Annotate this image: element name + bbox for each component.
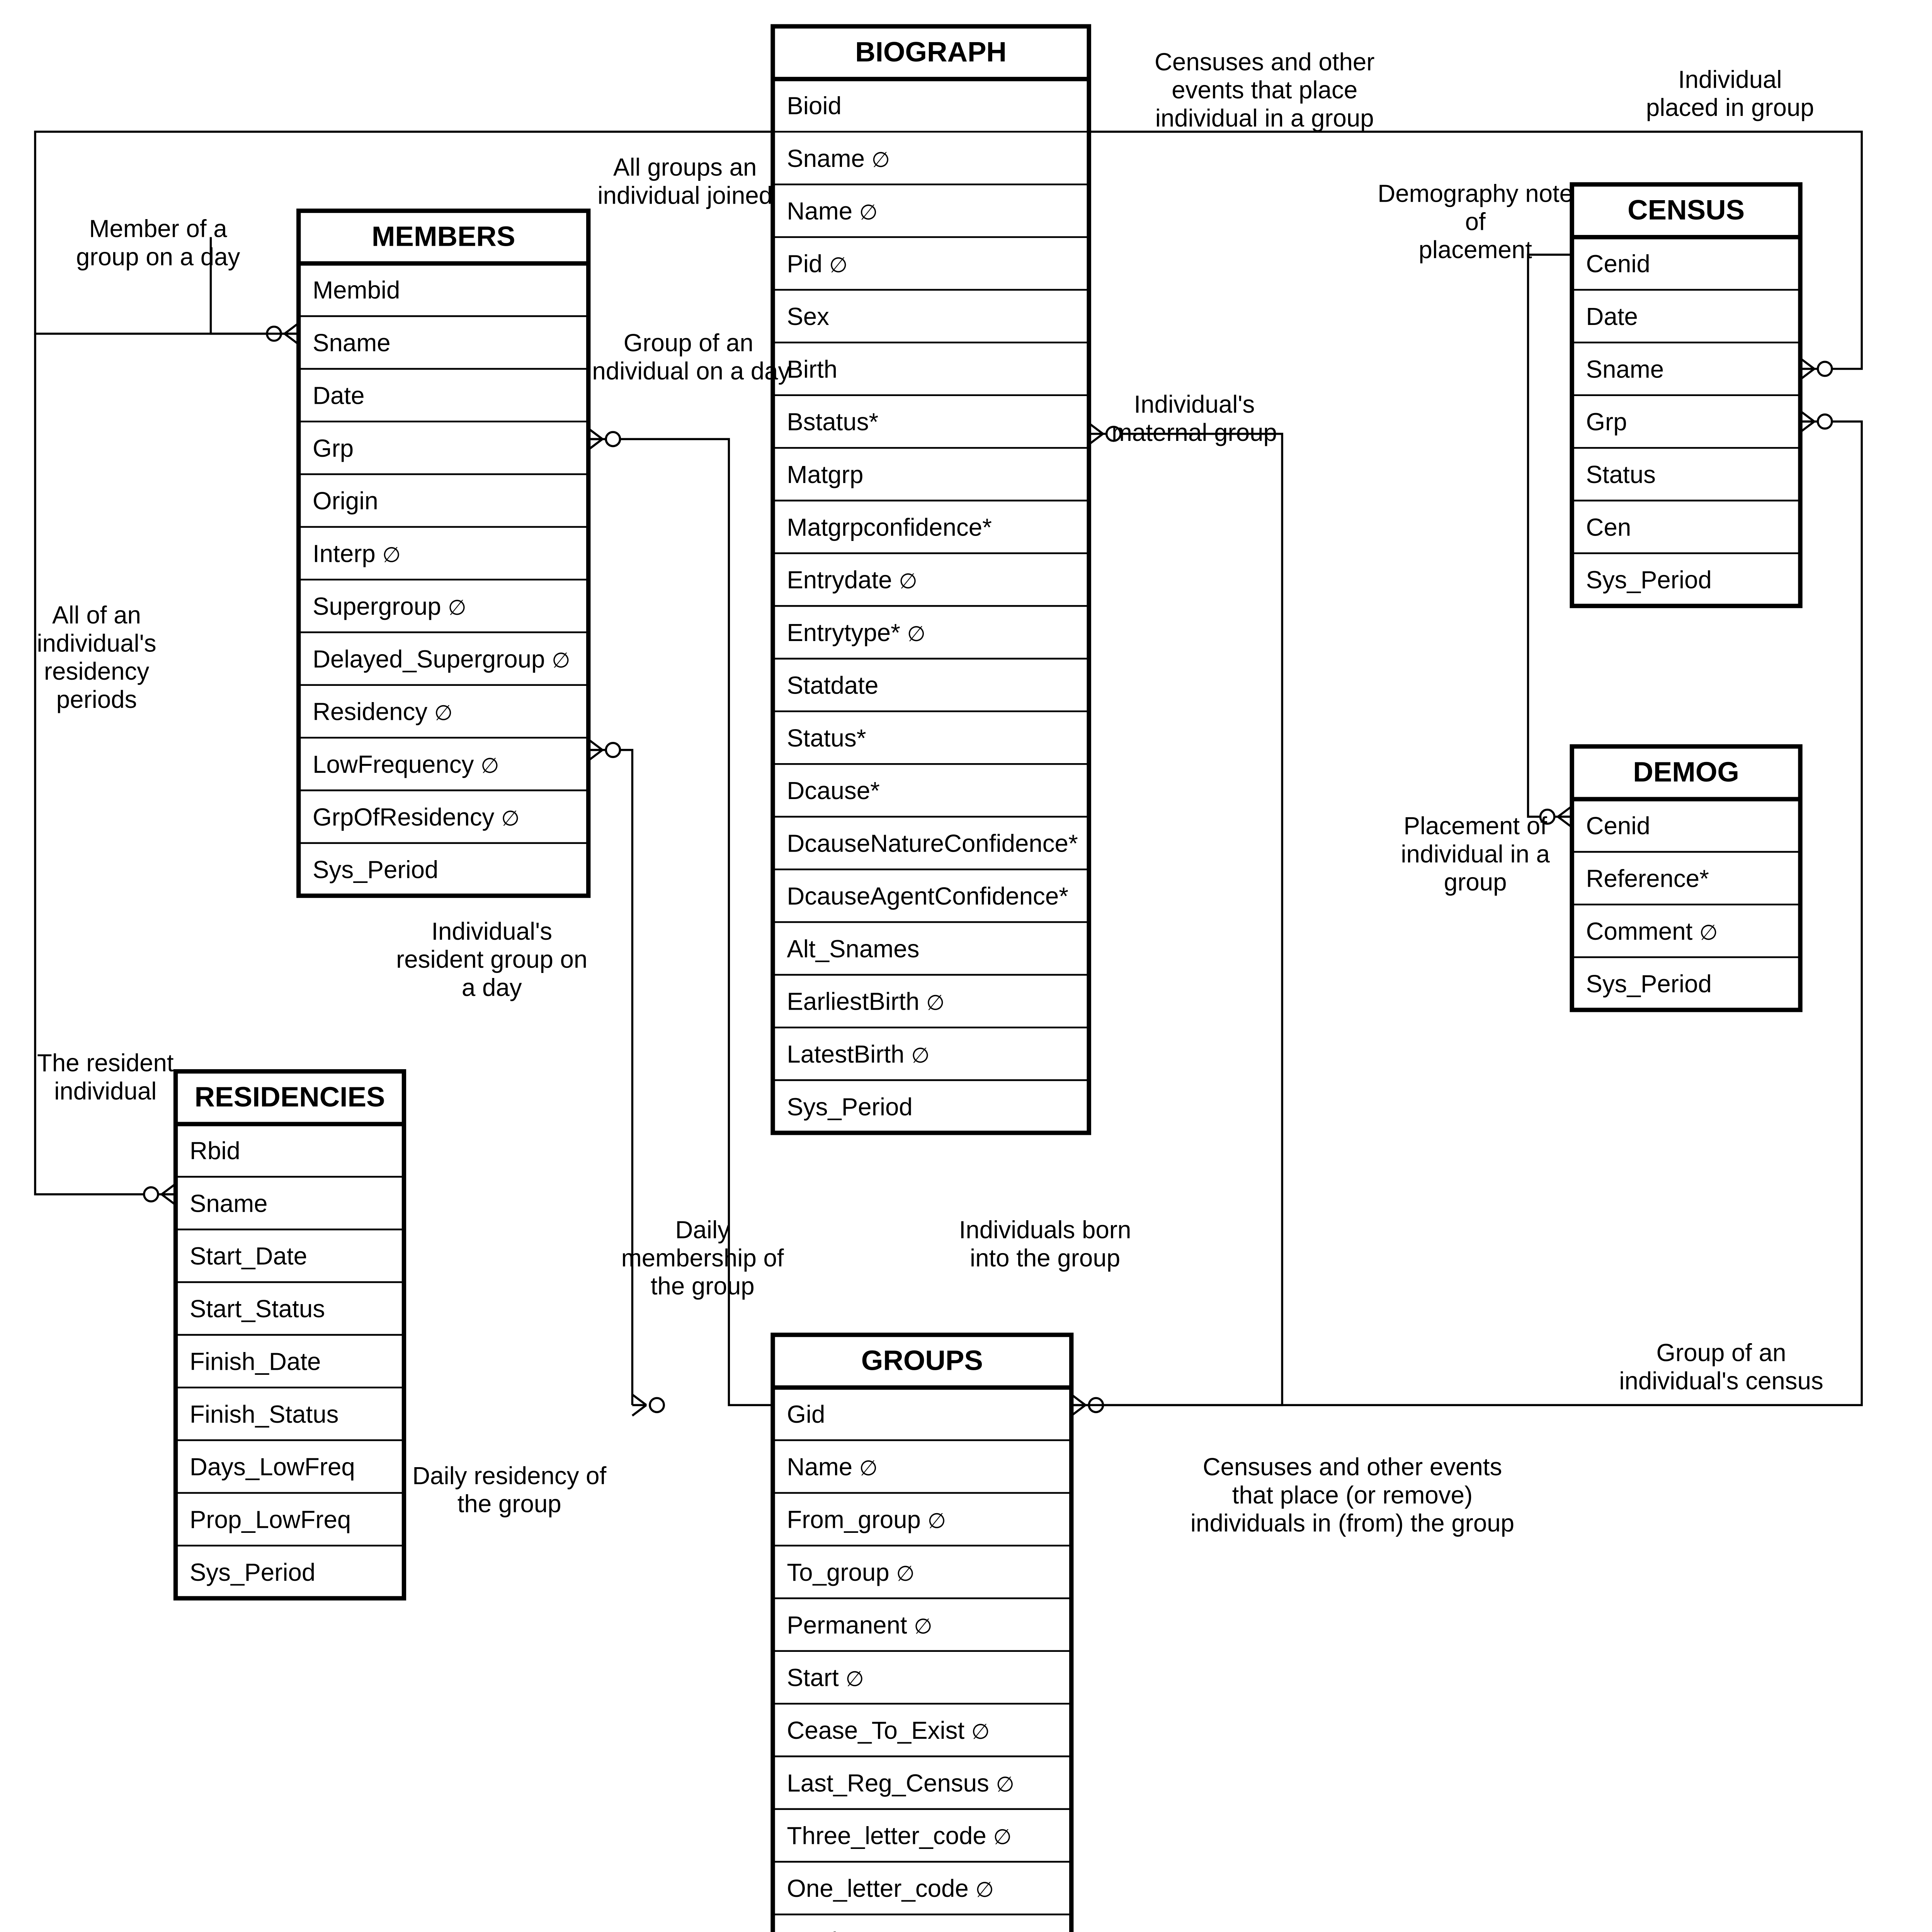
- table-demog: DEMOG Cenid Reference* Comment ∅ Sys_Period: [1572, 747, 1800, 1010]
- field-sex: Sex: [787, 303, 829, 330]
- field-sname: Sname: [313, 329, 391, 357]
- field-three_letter_code: Three_letter_code ∅: [787, 1822, 1012, 1850]
- table-census: CENSUS Cenid Date Sname Grp Status Cen Sys_Peri…: [1572, 184, 1800, 606]
- field-lowfrequency: LowFrequency ∅: [313, 751, 499, 778]
- relation-label: Individualplaced in group: [1646, 66, 1814, 121]
- field-start_date: Start_Date: [190, 1243, 307, 1270]
- field-sname: Sname ∅: [787, 145, 890, 172]
- field-name: Name ∅: [787, 197, 878, 225]
- field-status: Status: [1586, 461, 1656, 488]
- field-start: Start ∅: [787, 1664, 864, 1692]
- table-groups: GROUPS Gid Name ∅ From_group ∅ To_group ∅ Per…: [773, 1335, 1071, 1932]
- field-delayed_supergroup: Delayed_Supergroup ∅: [313, 645, 570, 673]
- field-cenid: Cenid: [1586, 812, 1650, 840]
- relation-label: Member of agroup on a day: [76, 215, 240, 271]
- field-dcause*: Dcause*: [787, 777, 879, 804]
- field-sname: Sname: [190, 1190, 268, 1217]
- relation-label: All groups anindividual joined: [597, 154, 772, 209]
- field-sys_period: Sys_Period: [313, 856, 438, 884]
- field-grp: Grp: [313, 435, 354, 462]
- field-origin: Origin: [313, 487, 378, 515]
- relation-label: Individuals borninto the group: [959, 1216, 1131, 1272]
- field-finish_date: Finish_Date: [190, 1348, 321, 1375]
- field-sname: Sname: [1586, 355, 1664, 383]
- field-sys_period: Sys_Period: [190, 1559, 315, 1586]
- table-title: MEMBERS: [372, 221, 515, 252]
- field-sys_period: Sys_Period: [1586, 970, 1712, 998]
- field-latestbirth: LatestBirth ∅: [787, 1041, 929, 1068]
- field-entrydate: Entrydate ∅: [787, 566, 917, 594]
- field-one_letter_code: One_letter_code ∅: [787, 1875, 994, 1902]
- field-comment: Comment ∅: [1586, 918, 1718, 945]
- table-title: CENSUS: [1628, 194, 1745, 226]
- field-study_grp: Study_Grp ∅: [787, 1927, 929, 1932]
- field-from_group: From_group ∅: [787, 1506, 946, 1534]
- field-dcausenatureconfidence*: DcauseNatureConfidence*: [787, 830, 1078, 857]
- field-cen: Cen: [1586, 514, 1631, 541]
- field-membid: Membid: [313, 277, 400, 304]
- relation-label: Dailymembership ofthe group: [621, 1216, 784, 1300]
- field-permanent: Permanent ∅: [787, 1611, 932, 1639]
- relation-label: Censuses and otherevents that placeindiv…: [1155, 48, 1374, 132]
- field-gid: Gid: [787, 1401, 825, 1428]
- field-date: Date: [1586, 303, 1638, 330]
- field-grp: Grp: [1586, 408, 1627, 436]
- relation-label: The residentindividual: [37, 1049, 174, 1105]
- field-date: Date: [313, 382, 364, 409]
- field-earliestbirth: EarliestBirth ∅: [787, 988, 944, 1015]
- relation-label: Group of anindividual on a day: [587, 329, 790, 385]
- field-finish_status: Finish_Status: [190, 1401, 338, 1428]
- relation-label: Individual'sresident group ona day: [396, 918, 587, 1001]
- table-biograph: BIOGRAPH Bioid Sname ∅ Name ∅ Pid ∅ Sex Birth B…: [773, 26, 1089, 1133]
- field-statdate: Statdate: [787, 672, 878, 699]
- field-bioid: Bioid: [787, 92, 841, 119]
- field-sys_period: Sys_Period: [787, 1093, 912, 1121]
- relation-label: Individual'smaternal group: [1112, 391, 1277, 446]
- field-status*: Status*: [787, 724, 866, 752]
- field-reference*: Reference*: [1586, 865, 1709, 892]
- table-residencies: RESIDENCIES Rbid Sname Start_Date Start_Stat…: [176, 1071, 404, 1599]
- table-members: MEMBERS Membid Sname Date Grp Origin Interp ∅ S…: [299, 211, 588, 896]
- field-start_status: Start_Status: [190, 1295, 325, 1323]
- table-title: BIOGRAPH: [855, 36, 1007, 68]
- relation-label: Daily residency ofthe group: [412, 1462, 606, 1518]
- table-title: GROUPS: [861, 1345, 983, 1376]
- field-last_reg_census: Last_Reg_Census ∅: [787, 1769, 1014, 1797]
- relation-label: All of anindividual'sresidencyperiods: [37, 602, 156, 713]
- relation-label: Demography noteofplacement: [1378, 180, 1573, 264]
- field-matgrp: Matgrp: [787, 461, 863, 488]
- field-name: Name ∅: [787, 1453, 878, 1481]
- field-entrytype*: Entrytype* ∅: [787, 619, 925, 646]
- relation-label: Censuses and other eventsthat place (or …: [1190, 1453, 1514, 1537]
- relation-label: Placement ofindividual in agroup: [1401, 812, 1550, 896]
- field-birth: Birth: [787, 355, 837, 383]
- field-interp: Interp ∅: [313, 540, 401, 568]
- field-cease_to_exist: Cease_To_Exist ∅: [787, 1717, 990, 1744]
- field-bstatus*: Bstatus*: [787, 408, 878, 436]
- field-days_lowfreq: Days_LowFreq: [190, 1453, 355, 1481]
- field-alt_snames: Alt_Snames: [787, 935, 919, 963]
- field-to_group: To_group ∅: [787, 1559, 915, 1586]
- field-residency: Residency ∅: [313, 698, 452, 726]
- field-grpofresidency: GrpOfResidency ∅: [313, 803, 520, 831]
- table-title: DEMOG: [1633, 757, 1739, 788]
- field-sys_period: Sys_Period: [1586, 566, 1712, 594]
- field-dcauseagentconfidence*: DcauseAgentConfidence*: [787, 883, 1068, 910]
- field-rbid: Rbid: [190, 1137, 240, 1165]
- field-matgrpconfidence*: Matgrpconfidence*: [787, 514, 992, 541]
- field-supergroup: Supergroup ∅: [313, 593, 466, 620]
- relation-label: Group of anindividual's census: [1619, 1339, 1823, 1395]
- field-pid: Pid ∅: [787, 250, 847, 278]
- field-prop_lowfreq: Prop_LowFreq: [190, 1506, 351, 1534]
- field-cenid: Cenid: [1586, 250, 1650, 278]
- table-title: RESIDENCIES: [195, 1082, 385, 1113]
